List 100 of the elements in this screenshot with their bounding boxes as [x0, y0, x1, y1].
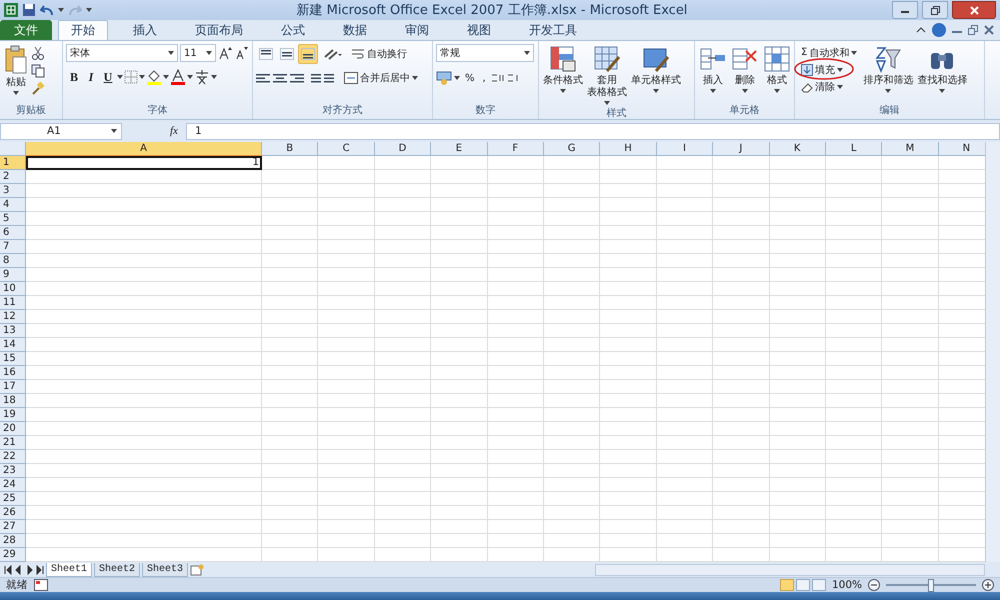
group-label: 字体 [148, 104, 168, 118]
ribbon-tab[interactable]: 视图 [454, 20, 504, 40]
zoom-thumb[interactable] [928, 578, 934, 592]
font-size-field[interactable]: 11 [180, 44, 216, 62]
horizontal-scrollbar[interactable] [595, 564, 985, 576]
column-header[interactable]: H [600, 142, 657, 156]
row-header[interactable]: 18 [0, 394, 26, 408]
column-header[interactable]: D [374, 142, 432, 156]
row-header[interactable]: 12 [0, 310, 26, 324]
sheet-tab[interactable]: Sheet2 [94, 562, 140, 576]
macro-record-icon [34, 579, 48, 591]
row-header[interactable]: 21 [0, 436, 26, 450]
wrap-text-button[interactable]: 自动换行 [348, 44, 410, 64]
find-select-button[interactable]: 查找和选择 [916, 44, 968, 103]
vertical-align-button[interactable] [298, 44, 318, 64]
row-header[interactable]: 16 [0, 366, 26, 380]
editing-button[interactable]: Σ 自动求和 [798, 44, 860, 61]
ribbon-tab[interactable]: 页面布局 [182, 20, 256, 40]
column-header[interactable]: B [262, 142, 318, 156]
insert-sheet-icon [190, 564, 204, 576]
ribbon-tab[interactable]: 审阅 [392, 20, 442, 40]
row-header[interactable]: 27 [0, 520, 26, 534]
percent-button[interactable]: % [462, 68, 478, 88]
column-header[interactable]: L [826, 142, 882, 156]
view-button[interactable] [780, 579, 794, 591]
row-header[interactable]: 22 [0, 450, 26, 464]
minimize-button[interactable] [892, 1, 918, 19]
format-painter-icon [31, 82, 45, 96]
row-header[interactable]: 10 [0, 282, 26, 296]
row-header[interactable]: 1 [0, 156, 26, 170]
column-header[interactable]: G [544, 142, 600, 156]
row-header[interactable]: 25 [0, 492, 26, 506]
cells-button[interactable]: 插入 [698, 44, 728, 103]
sheet-tab[interactable]: Sheet1 [46, 562, 92, 576]
close-button[interactable] [952, 1, 996, 19]
style-button[interactable]: 套用 表格格式 [586, 44, 628, 106]
ribbon-tab[interactable]: 开始 [58, 20, 108, 40]
ribbon-tab[interactable]: 开发工具 [516, 20, 590, 40]
column-header[interactable]: A [26, 142, 262, 156]
cells-button[interactable]: 删除 [730, 44, 760, 103]
caret-icon [86, 8, 92, 12]
ribbon-tab[interactable]: 数据 [330, 20, 380, 40]
paste-button[interactable]: 粘贴 [3, 44, 29, 103]
name-box[interactable]: A1 [0, 122, 122, 140]
row-header[interactable]: 29 [0, 548, 26, 562]
style-button[interactable]: 条件格式 [542, 44, 584, 106]
view-button[interactable] [812, 579, 826, 591]
view-button[interactable] [796, 579, 810, 591]
vertical-scrollbar[interactable] [985, 142, 1000, 562]
editing-button[interactable]: 清除 [798, 78, 846, 95]
sort-filter-button[interactable]: 排序和筛选 [862, 44, 914, 103]
column-header[interactable]: J [713, 142, 770, 156]
row-header[interactable]: 19 [0, 408, 26, 422]
caret-icon [58, 8, 64, 12]
maximize-button[interactable] [922, 1, 948, 19]
column-header[interactable]: N [938, 142, 985, 156]
row-header[interactable]: 2 [0, 170, 26, 184]
column-header[interactable]: E [431, 142, 488, 156]
currency-icon [436, 71, 452, 85]
row-header[interactable]: 3 [0, 184, 26, 198]
file-tab[interactable]: 文件 [0, 20, 52, 40]
column-header[interactable]: K [770, 142, 826, 156]
row-header[interactable]: 4 [0, 198, 26, 212]
row-header[interactable]: 15 [0, 352, 26, 366]
insert-function-label[interactable]: fx [170, 125, 178, 137]
row-header[interactable]: 11 [0, 296, 26, 310]
ribbon-tab[interactable]: 公式 [268, 20, 318, 40]
row-header[interactable]: 6 [0, 226, 26, 240]
style-button[interactable]: 单元格样式 [630, 44, 682, 106]
merge-center-button[interactable]: 合并后居中 [341, 68, 421, 88]
caret-icon [412, 76, 418, 80]
row-header[interactable]: 13 [0, 324, 26, 338]
sheet-tab[interactable]: Sheet3 [142, 562, 188, 576]
row-header[interactable]: 7 [0, 240, 26, 254]
font-name-field[interactable]: 宋体 [66, 44, 178, 62]
cells-button[interactable]: 格式 [762, 44, 792, 103]
comma-button[interactable]: , [480, 68, 489, 88]
row-header[interactable]: 17 [0, 380, 26, 394]
ribbon-tab[interactable]: 插入 [120, 20, 170, 40]
select-all-corner[interactable] [0, 142, 26, 156]
column-header[interactable]: I [656, 142, 714, 156]
row-header[interactable]: 28 [0, 534, 26, 548]
row-header[interactable]: 14 [0, 338, 26, 352]
row-header[interactable]: 8 [0, 254, 26, 268]
row-header[interactable]: 9 [0, 268, 26, 282]
row-header[interactable]: 24 [0, 478, 26, 492]
font-color-icon [170, 69, 186, 85]
row-header[interactable]: 20 [0, 422, 26, 436]
column-header[interactable]: M [882, 142, 939, 156]
column-header[interactable]: C [318, 142, 375, 156]
bold-button[interactable]: B [66, 68, 82, 86]
row-header[interactable]: 26 [0, 506, 26, 520]
formula-field[interactable]: 1 [186, 122, 1000, 140]
column-header[interactable]: F [488, 142, 544, 156]
number-format-field[interactable]: 常规 [436, 44, 534, 62]
italic-button[interactable]: I [83, 68, 99, 86]
row-header[interactable]: 23 [0, 464, 26, 478]
row-header[interactable]: 5 [0, 212, 26, 226]
borders-icon [124, 70, 138, 84]
underline-button[interactable]: U [100, 68, 116, 86]
